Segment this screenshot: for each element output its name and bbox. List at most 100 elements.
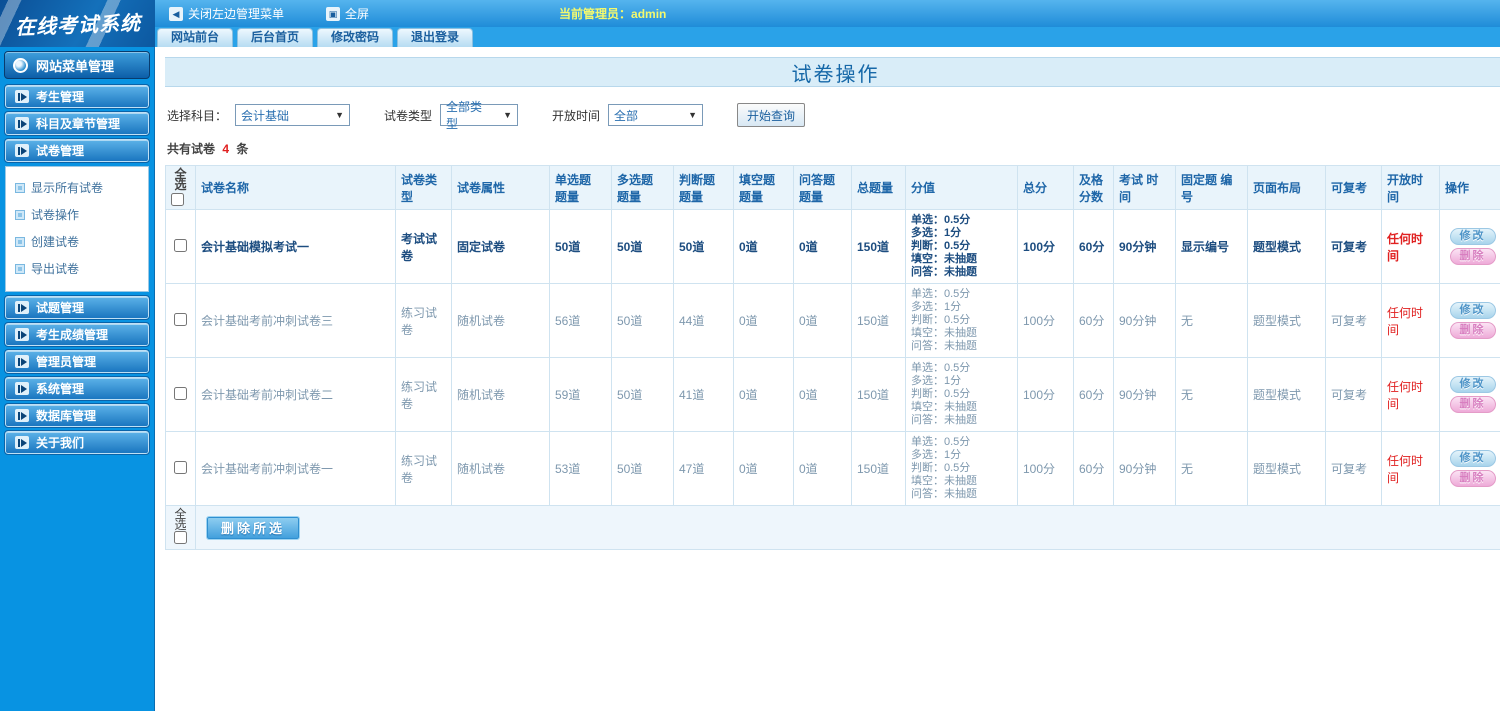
row-checkbox-cell: [165, 209, 196, 284]
select-all-checkbox[interactable]: [171, 193, 184, 206]
sidebar-item-label: 科目及章节管理: [36, 117, 121, 131]
pass-score: 60分: [1073, 431, 1114, 506]
page-layout: 题型模式: [1247, 431, 1326, 506]
footer-select-all-label: 全选: [174, 507, 187, 532]
fixed-number: 无: [1175, 357, 1248, 432]
exam-attr: 随机试卷: [451, 283, 550, 358]
app-logo: 在线考试系统: [0, 0, 155, 47]
table-header-total: 总题量: [851, 165, 906, 210]
sidebar-item-paper-management[interactable]: 试卷管理: [4, 138, 150, 163]
fullscreen-label: 全屏: [345, 7, 370, 21]
tab-change-password[interactable]: 修改密码: [317, 28, 394, 47]
sidebar-item-system-management[interactable]: 系统管理: [4, 376, 150, 401]
total-count: 150道: [851, 283, 906, 358]
collapse-left-icon: ◀: [169, 6, 183, 21]
single-count: 50道: [549, 209, 612, 284]
delete-button[interactable]: 删除: [1449, 322, 1496, 339]
total-score: 100分: [1017, 357, 1074, 432]
subject-select[interactable]: 会计基础 ▼: [235, 104, 351, 126]
sidebar-item-admin-management[interactable]: 管理员管理: [4, 349, 150, 374]
open-time: 任何时间: [1381, 283, 1440, 358]
delete-button[interactable]: 删除: [1449, 248, 1496, 265]
tab-logout[interactable]: 退出登录: [397, 28, 474, 47]
row-checkbox[interactable]: [174, 238, 187, 252]
app-logo-text: 在线考试系统: [14, 10, 141, 40]
expand-icon: [15, 382, 29, 395]
submenu-item-create-paper[interactable]: 创建试卷: [15, 228, 148, 255]
qa-count: 0道: [793, 357, 852, 432]
submenu-item-label: 显示所有试卷: [31, 181, 104, 195]
chevron-down-icon: ▼: [335, 110, 345, 120]
table-header-attr: 试卷属性: [451, 165, 550, 210]
sidebar-item-score-management[interactable]: 考生成绩管理: [4, 322, 150, 347]
sidebar-item-database-management[interactable]: 数据库管理: [4, 403, 150, 428]
edit-button[interactable]: 修改: [1449, 302, 1496, 319]
sidebar-item-label: 考生管理: [36, 90, 85, 104]
exam-type: 练习试卷: [395, 431, 452, 506]
open-time: 任何时间: [1381, 357, 1440, 432]
menu-circle-icon: [13, 57, 28, 73]
expand-icon: [15, 117, 29, 130]
judge-count: 47道: [673, 431, 734, 506]
pass-score: 60分: [1073, 357, 1114, 432]
qa-count: 0道: [793, 209, 852, 284]
count-prefix: 共有试卷: [167, 142, 216, 156]
select-all-label: 全选: [174, 167, 187, 192]
paper-type-select[interactable]: 全部类型 ▼: [440, 100, 519, 131]
sidebar-item-question-management[interactable]: 试题管理: [4, 295, 150, 320]
open-time-select[interactable]: 全部 ▼: [608, 104, 704, 126]
expand-icon: [15, 328, 29, 341]
edit-button[interactable]: 修改: [1449, 228, 1496, 245]
open-time: 任何时间: [1381, 431, 1440, 506]
judge-count: 41道: [673, 357, 734, 432]
submenu-item-label: 导出试卷: [31, 262, 80, 276]
row-actions-cell: 修改 删除: [1439, 431, 1500, 506]
footer-select-all-checkbox[interactable]: [174, 531, 187, 544]
fullscreen-button[interactable]: ▣ 全屏: [326, 5, 369, 22]
table-row: 会计基础考前冲刺试卷二 练习试卷 随机试卷 59道 50道 41道 0道 0道 …: [165, 357, 1500, 432]
tab-site-front[interactable]: 网站前台: [157, 28, 234, 47]
row-checkbox[interactable]: [174, 386, 187, 400]
pass-score: 60分: [1073, 209, 1114, 284]
single-count: 59道: [549, 357, 612, 432]
score-detail: 单选：0.5分 多选：1分 判断：0.5分 填空：未抽题 问答：未抽题: [905, 357, 1018, 432]
multi-count: 50道: [611, 283, 674, 358]
sidebar-item-about-us[interactable]: 关于我们: [4, 430, 150, 455]
table-header-row: 全选 试卷名称 试卷类型 试卷属性 单选题 题量 多选题 题量 判断题 题量 填…: [165, 165, 1500, 210]
table-header-actions: 操作: [1439, 165, 1500, 210]
delete-button[interactable]: 删除: [1449, 470, 1496, 487]
table-header-score: 分值: [905, 165, 1018, 210]
submenu-item-export-paper[interactable]: 导出试卷: [15, 255, 148, 282]
sidebar-item-subject-chapter-management[interactable]: 科目及章节管理: [4, 111, 150, 136]
table-header-exam-time: 考试 时间: [1113, 165, 1176, 210]
sidebar-item-examinee-management[interactable]: 考生管理: [4, 84, 150, 109]
search-button[interactable]: 开始查询: [737, 103, 806, 127]
table-header-select-all: 全选: [165, 165, 196, 210]
submenu-item-label: 试卷操作: [31, 208, 80, 222]
multi-count: 50道: [611, 431, 674, 506]
table-header-pass-score: 及格 分数: [1073, 165, 1114, 210]
table-header-judge: 判断题 题量: [673, 165, 734, 210]
row-checkbox-cell: [165, 357, 196, 432]
row-checkbox[interactable]: [174, 460, 187, 474]
fixed-number: 无: [1175, 431, 1248, 506]
submenu-item-show-all-papers[interactable]: 显示所有试卷: [15, 174, 148, 201]
delete-button[interactable]: 删除: [1449, 396, 1496, 413]
edit-button[interactable]: 修改: [1449, 376, 1496, 393]
footer-select-all-cell: 全选: [165, 505, 196, 550]
tab-admin-home[interactable]: 后台首页: [237, 28, 314, 47]
table-header-blank: 填空题 题量: [733, 165, 794, 210]
edit-button[interactable]: 修改: [1449, 450, 1496, 467]
close-left-menu-button[interactable]: ◀ 关闭左边管理菜单: [169, 5, 284, 22]
delete-selected-button[interactable]: 删除所选: [205, 515, 301, 540]
exam-time: 90分钟: [1113, 431, 1176, 506]
exam-type: 考试试卷: [395, 209, 452, 284]
row-checkbox[interactable]: [174, 312, 187, 326]
square-bullet-icon: [15, 263, 25, 274]
page-title-bar: 试卷操作: [165, 57, 1500, 87]
fullscreen-icon: ▣: [326, 6, 341, 21]
open-time: 任何时间: [1381, 209, 1440, 284]
submenu-item-paper-operation[interactable]: 试卷操作: [15, 201, 148, 228]
expand-icon: [15, 436, 29, 449]
table-header-multi: 多选题 题量: [611, 165, 674, 210]
